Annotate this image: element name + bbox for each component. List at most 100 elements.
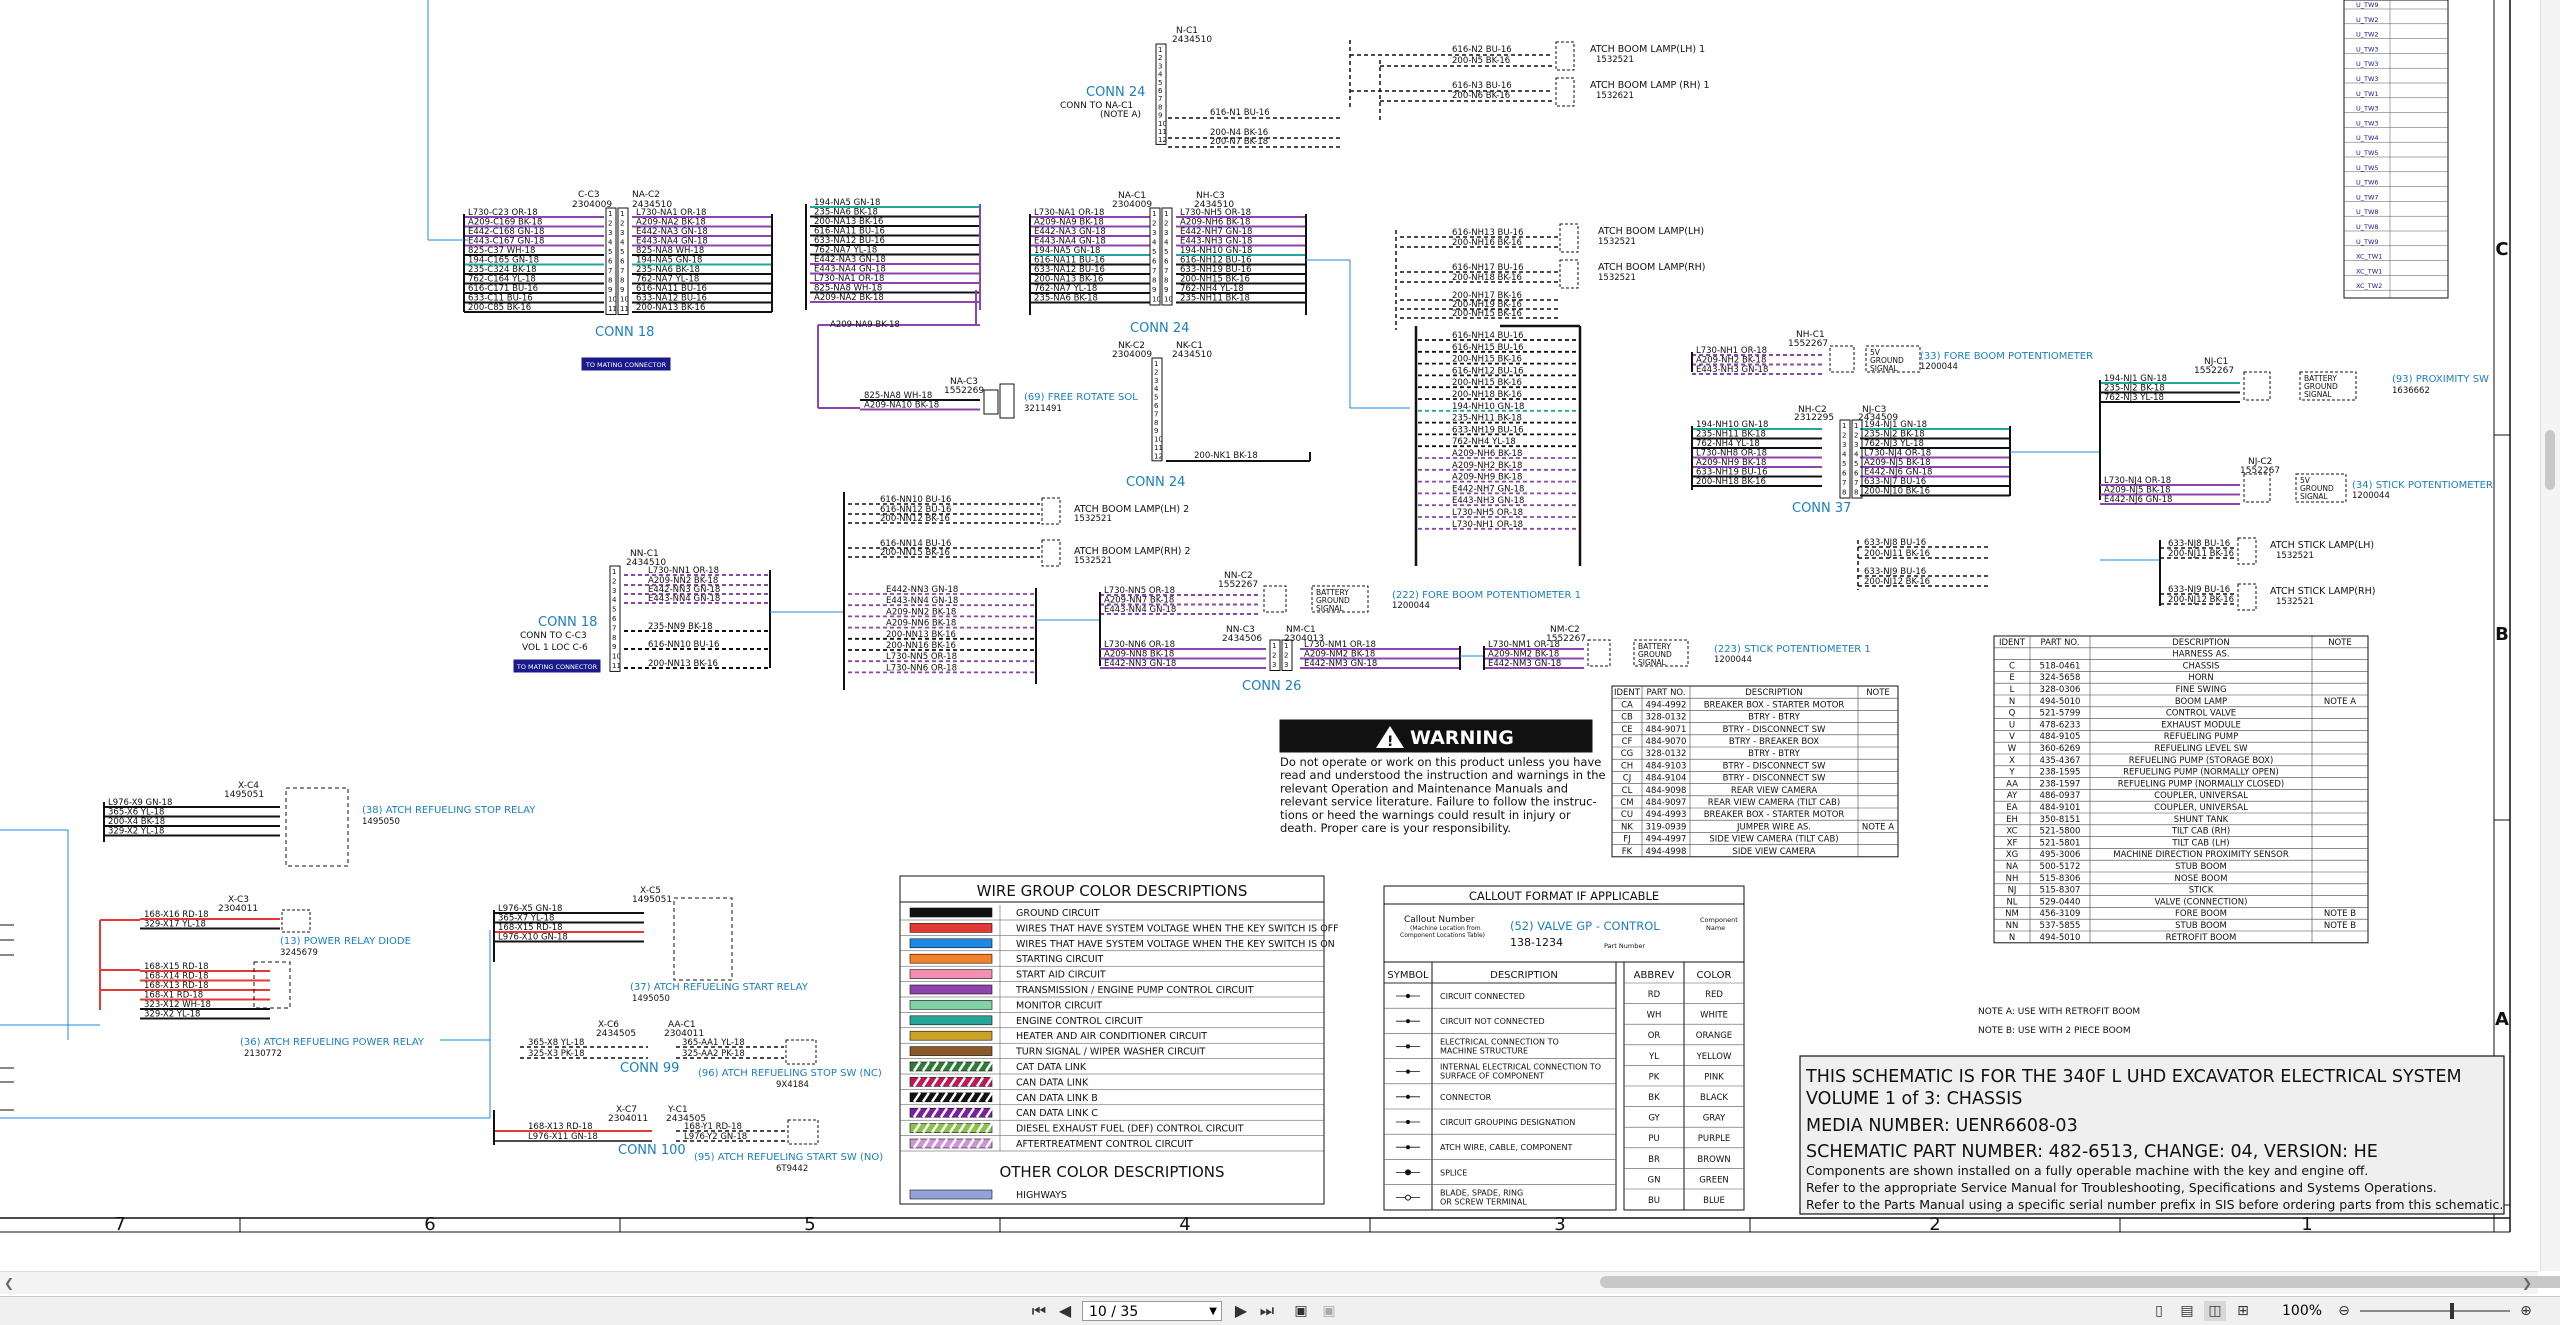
- thumbnail-view-icon[interactable]: ▣: [1290, 1301, 1312, 1321]
- wire-label: A209-NN7 BK-18: [1104, 596, 1174, 606]
- table-cell: REFUELING PUMP: [2164, 732, 2238, 742]
- refuel-start-relay-link[interactable]: (37) ATCH REFUELING START RELAY: [630, 982, 809, 993]
- pin-number: 4: [612, 596, 617, 604]
- pin-number: 5: [1842, 460, 1846, 468]
- page-dropdown-icon[interactable]: ▼: [1209, 1302, 1217, 1322]
- table-cell: U_TW3: [2356, 60, 2379, 68]
- single-page-icon[interactable]: ▯: [2148, 1301, 2170, 1321]
- pin-number: 2: [1158, 54, 1162, 62]
- two-page-icon[interactable]: ◫: [2204, 1301, 2226, 1321]
- stick-pot1-link[interactable]: (223) STICK POTENTIOMETER 1: [1714, 644, 1871, 655]
- wire-label: 194-C165 GN-18: [468, 256, 539, 266]
- next-page-icon[interactable]: ▶: [1232, 1301, 1250, 1321]
- wire-label: 329-X17 YL-18: [144, 920, 206, 930]
- scroll-left-icon[interactable]: ❮: [4, 1276, 14, 1290]
- table-cell: CG: [1621, 749, 1634, 759]
- continuous-page-icon[interactable]: ▤: [2176, 1301, 2198, 1321]
- table-cell: BREAKER BOX - STARTER MOTOR: [1704, 700, 1845, 710]
- vertical-scrollbar[interactable]: [2540, 0, 2560, 1271]
- zoom-slider[interactable]: [2360, 1310, 2510, 1312]
- wire-label: L730-C23 OR-18: [468, 208, 538, 218]
- conn37-link[interactable]: CONN 37: [1792, 501, 1851, 516]
- refuel-stop-sw-link[interactable]: (96) ATCH REFUELING STOP SW (NC): [698, 1068, 882, 1079]
- first-page-icon[interactable]: ⏮: [1030, 1301, 1048, 1321]
- refuel-power-relay-link[interactable]: (36) ATCH REFUELING POWER RELAY: [240, 1037, 425, 1048]
- table-cell: REFUELING PUMP (STORAGE BOX): [2129, 756, 2274, 766]
- color-swatch: [909, 938, 993, 949]
- table-cell: 494-5010: [2040, 933, 2081, 943]
- title-line: VOLUME 1 of 3: CHASSIS: [1806, 1089, 2022, 1109]
- conn18-top-link[interactable]: CONN 18: [595, 325, 654, 340]
- component-name: ATCH BOOM LAMP(RH): [1598, 262, 1705, 273]
- fit-width-icon[interactable]: ⊞: [2232, 1301, 2254, 1321]
- title-note: Components are shown installed on a full…: [1806, 1163, 2368, 1178]
- legend-label: START AID CIRCUIT: [1016, 970, 1106, 981]
- table-layer: U_TW9 U_TW2 U_TW2 U_TW3 U_TW3 U_TW3 U_TW1 U_TW3…: [1611, 0, 2449, 1036]
- wire-label: A209-C169 BK-18: [468, 218, 542, 228]
- proximity-sw-link[interactable]: (93) PROXIMITY SW: [2392, 374, 2489, 385]
- pin-number: 7: [1842, 479, 1846, 487]
- horizontal-scrollbar[interactable]: ❮ ❯: [0, 1271, 2560, 1294]
- pin-number: 4: [1842, 451, 1847, 459]
- copy-view-icon[interactable]: ▣: [1318, 1301, 1340, 1321]
- abbrev-color: BROWN: [1697, 1155, 1730, 1165]
- component-part: 3245679: [280, 948, 318, 958]
- table-cell: CA: [1621, 700, 1633, 710]
- page-number-value: 10 / 35: [1089, 1304, 1139, 1320]
- fore-boom-pot1-link[interactable]: (222) FORE BOOM POTENTIOMETER 1: [1392, 590, 1581, 601]
- wire-label: 194-NH10 GN-18: [1696, 420, 1768, 430]
- conn18-low-link[interactable]: CONN 18: [538, 615, 597, 630]
- table-cell: 494-4993: [1646, 810, 1687, 820]
- zoom-in-icon[interactable]: ⊕: [2516, 1301, 2536, 1321]
- table-header: IDENT: [1614, 688, 1641, 698]
- wire-label: 235-NJ2 BK-18: [2104, 384, 2165, 394]
- pin-number: 1: [1854, 422, 1858, 430]
- conn24-low-link[interactable]: CONN 24: [1126, 475, 1185, 490]
- conn26-link[interactable]: CONN 26: [1242, 679, 1301, 694]
- legend-label: HEATER AND AIR CONDITIONER CIRCUIT: [1016, 1031, 1207, 1042]
- fore-boom-pot-link[interactable]: (33) FORE BOOM POTENTIOMETER: [1920, 351, 2093, 362]
- table-cell: 521-5799: [2040, 709, 2081, 719]
- table-cell: 484-9101: [2040, 803, 2081, 813]
- row-label: A: [2495, 1009, 2509, 1030]
- table-cell: STUB BOOM: [2175, 862, 2227, 872]
- callout-part: 138-1234: [1510, 936, 1563, 949]
- wire-label: 762-NA7 YL-18: [814, 246, 877, 256]
- wire-label: A209-NJ5 BK-18: [2104, 486, 2170, 496]
- conn24-top-link[interactable]: CONN 24: [1086, 85, 1145, 100]
- page-number-field[interactable]: 10 / 35 ▼: [1082, 1301, 1222, 1321]
- table-cell: SIDE VIEW CAMERA (TILT CAB): [1709, 835, 1838, 845]
- legend-title: WIRE GROUP COLOR DESCRIPTIONS: [977, 882, 1248, 900]
- table-cell: AA: [2006, 779, 2018, 789]
- conn99-link[interactable]: CONN 99: [620, 1061, 679, 1076]
- table-cell: U_TW1: [2356, 90, 2379, 98]
- power-relay-diode-link[interactable]: (13) POWER RELAY DIODE: [280, 936, 411, 947]
- free-rotate-sol-link[interactable]: (69) FREE ROTATE SOL: [1024, 392, 1138, 403]
- callout-example[interactable]: (52) VALVE GP - CONTROL: [1510, 919, 1660, 933]
- wire-label: L730-NM1 OR-18: [1304, 640, 1376, 650]
- conn24-mid-link[interactable]: CONN 24: [1130, 321, 1189, 336]
- previous-page-icon[interactable]: ◀: [1056, 1301, 1074, 1321]
- pin-number: 9: [608, 286, 612, 294]
- note-text: NOTE A: USE WITH RETROFIT BOOM: [1978, 1007, 2140, 1017]
- vertical-scroll-thumb[interactable]: [2545, 430, 2555, 490]
- table-cell: EA: [2006, 803, 2017, 813]
- column-label: 4: [1179, 1214, 1190, 1235]
- scroll-right-icon[interactable]: ❯: [2522, 1276, 2532, 1290]
- table-cell: FINE SWING: [2175, 685, 2226, 695]
- last-page-icon[interactable]: ⏭: [1256, 1301, 1278, 1321]
- mating-connector-text: TO MATING CONNECTOR: [585, 361, 667, 369]
- horizontal-scroll-thumb[interactable]: [1600, 1276, 2560, 1288]
- stick-pot-link[interactable]: (34) STICK POTENTIOMETER: [2352, 480, 2493, 491]
- zoom-out-icon[interactable]: ⊖: [2334, 1301, 2354, 1321]
- refuel-start-sw-link[interactable]: (95) ATCH REFUELING START SW (NO): [694, 1152, 883, 1163]
- wire-label: 616-NA11 BU-16: [636, 284, 707, 294]
- conn100-link[interactable]: CONN 100: [618, 1143, 686, 1158]
- refuel-stop-relay-link[interactable]: (38) ATCH REFUELING STOP RELAY: [362, 805, 536, 816]
- zoom-slider-handle[interactable]: [2450, 1303, 2454, 1319]
- zoom-level[interactable]: 100%: [2282, 1301, 2342, 1321]
- wire-label: 762-NJ3 YL-18: [1864, 439, 1924, 449]
- connector-note: VOL 1 LOC C-6: [522, 643, 588, 653]
- connector-part: 2304011: [608, 1114, 648, 1124]
- symbol-description: SPLICE: [1440, 1168, 1467, 1177]
